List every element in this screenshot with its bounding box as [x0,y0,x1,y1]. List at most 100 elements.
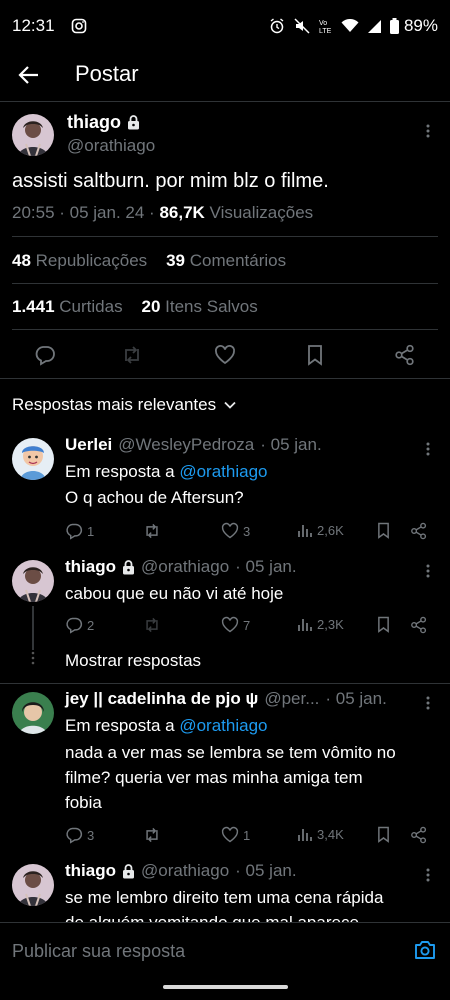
comments-stat[interactable]: 39 Comentários [166,251,286,270]
reply-header: jey || cadelinha de pjo ψ @per... · 05 j… [65,689,387,709]
reply-author-name[interactable]: Uerlei [65,435,112,455]
reply-button[interactable]: 2 [65,616,94,634]
reply-text-line: de alguém vomitando que mal aparece [65,910,440,922]
like-button[interactable]: 3 [221,522,250,540]
svg-text:Vo: Vo [319,20,327,27]
thread-dots [31,651,35,665]
bookmark-button[interactable] [375,826,392,843]
avatar[interactable] [12,438,54,480]
reply-author-name[interactable]: thiago [65,861,116,881]
bookmark-button[interactable] [304,344,326,366]
share-icon [394,344,416,366]
likes-saves-stats: 1.441 Curtidas 20 Itens Salvos [12,297,258,317]
reply-author-handle[interactable]: @orathiago [141,557,229,577]
reply-author-handle[interactable]: @per... [264,689,319,709]
reply-author-name[interactable]: jey || cadelinha de pjo ψ [65,689,258,709]
lock-icon [127,115,140,130]
reply-to-prefix: Em resposta a [65,716,175,735]
reply-button[interactable]: 1 [65,522,94,540]
heart-icon [214,344,236,366]
avatar[interactable] [12,560,54,602]
divider [12,283,438,284]
like-button[interactable] [214,344,236,366]
share-button[interactable] [410,826,428,844]
reply-compose-bar[interactable]: Publicar sua resposta [0,922,450,978]
like-button[interactable]: 1 [221,826,250,844]
battery-icon [389,18,399,34]
saves-count: 20 [141,297,161,316]
thread-line [32,606,34,650]
views-chart-icon [297,616,313,632]
likes-stat[interactable]: 1.441 Curtidas [12,297,123,316]
share-icon [410,616,428,634]
share-button[interactable] [394,344,416,366]
retweet-icon [143,522,161,540]
reply-to-handle[interactable]: @orathiago [179,462,267,481]
gesture-bar[interactable] [163,985,288,989]
author-name-row[interactable]: thiago [67,112,140,133]
reply-author-handle[interactable]: @orathiago [141,861,229,881]
retweet-button[interactable] [143,826,165,844]
reply-to: Em resposta a @orathiago [65,459,440,484]
divider [12,329,438,330]
divider [0,378,450,379]
heart-icon [221,522,239,540]
views-button[interactable]: 3,4K [297,826,344,842]
reposts-stat[interactable]: 48 Republicações [12,251,147,270]
reply-date: · 05 jan. [235,861,297,880]
comments-count: 39 [166,251,185,270]
reply-header: thiago @orathiago · 05 jan. [65,861,297,881]
retweet-button[interactable] [143,522,165,540]
more-options-button[interactable] [426,124,430,138]
bookmark-icon [375,616,392,633]
like-button[interactable]: 7 [221,616,250,634]
saves-stat[interactable]: 20 Itens Salvos [142,297,258,316]
views-count: 2,3K [317,616,344,632]
svg-text:LTE: LTE [319,28,332,34]
status-time: 12:31 [12,16,55,35]
more-vertical-icon [426,868,430,882]
avatar[interactable] [12,692,54,734]
divider [12,236,438,237]
like-count: 7 [243,617,251,633]
more-options-button[interactable] [426,696,430,710]
reply-button[interactable]: 3 [65,826,94,844]
reply-item[interactable]: thiago @orathiago · 05 jan. se me lembro… [0,856,450,922]
reply-author-handle[interactable]: @WesleyPedroza [118,435,254,455]
views-button[interactable]: 2,3K [297,616,344,632]
bookmark-icon [375,826,392,843]
avatar[interactable] [12,864,54,906]
reply-to-handle[interactable]: @orathiago [179,716,267,735]
share-button[interactable] [410,522,428,540]
views-chart-icon [297,826,313,842]
reply-date: · 05 jan. [260,435,322,454]
reply-author-name[interactable]: thiago [65,557,116,577]
replies-sort-dropdown[interactable]: Respostas mais relevantes [12,395,236,415]
reply-date: · 05 jan. [235,557,297,576]
divider [0,683,450,684]
bookmark-button[interactable] [375,522,392,539]
share-button[interactable] [410,616,428,634]
reply-input[interactable]: Publicar sua resposta [12,941,185,962]
lock-icon [122,559,135,575]
retweet-button[interactable] [121,344,143,366]
retweet-icon [121,344,143,366]
likes-label: Curtidas [59,297,123,316]
reposts-comments-stats: 48 Republicações 39 Comentários [12,251,286,271]
author-handle[interactable]: @orathiago [67,136,155,156]
retweet-button[interactable] [143,616,165,634]
more-options-button[interactable] [426,442,430,456]
more-options-button[interactable] [426,868,430,882]
back-button[interactable] [18,64,40,86]
more-options-button[interactable] [426,564,430,578]
avatar[interactable] [12,114,54,156]
saves-label: Itens Salvos [165,297,258,316]
bookmark-button[interactable] [375,616,392,633]
show-replies-link[interactable]: Mostrar respostas [65,648,440,673]
camera-button[interactable] [414,940,436,960]
chevron-down-icon [224,401,236,409]
reply-button[interactable] [34,344,56,366]
views-button[interactable]: 2,6K [297,522,344,538]
reply-count: 1 [87,523,95,539]
reply-date: · 05 jan. [325,689,387,708]
